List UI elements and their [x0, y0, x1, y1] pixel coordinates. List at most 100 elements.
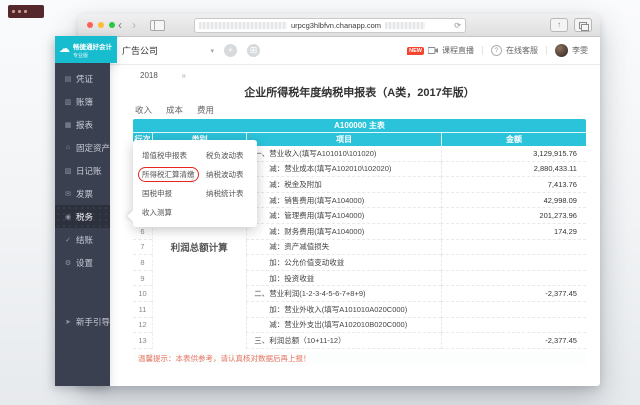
window-controls: [87, 22, 115, 28]
sidebar-item-books[interactable]: ▥账簿: [55, 90, 110, 113]
row-number-cell: 11: [133, 302, 152, 318]
tax-submenu-popup: 增值税申报表 所得税汇算清缴 ☝ 国税申报 收入测算 税负波动表 纳税波动表 纳…: [133, 140, 257, 227]
chevron-down-icon: ▾: [210, 47, 214, 55]
close-window-button[interactable]: [87, 22, 93, 28]
popup-arrow: [127, 210, 138, 221]
gear-icon: ⚙: [64, 259, 72, 267]
sidebar: ▤凭证 ▥账簿 ▦报表 ⌂固定资产 ▧日记账 ✉发票 ◉税务 ✓结账 ⚙设置 ➤…: [55, 63, 110, 386]
avatar[interactable]: [555, 44, 568, 57]
sidebar-item-journal[interactable]: ▧日记账: [55, 159, 110, 182]
address-bar[interactable]: urpcg3hlbfvn.chanapp.com ⟳: [194, 18, 466, 33]
year-more-icon[interactable]: »: [182, 71, 186, 80]
app-header: 广告公司 ▾ + ⊞ NEW 课程直播 ? 在线客服 李雯: [78, 37, 600, 65]
header-right-group: NEW 课程直播 ? 在线客服 李雯: [407, 44, 600, 57]
table-row: 10二、营业利润(1-2-3-4-5-6-7+8+9)-2,377.45: [133, 286, 586, 302]
menu-item-income-tax-settlement[interactable]: 所得税汇算清缴 ☝: [142, 165, 206, 184]
amount-cell: 42,998.09: [441, 193, 586, 209]
sidebar-item-voucher[interactable]: ▤凭证: [55, 67, 110, 90]
forward-button[interactable]: ›: [132, 15, 136, 35]
redacted-url-segment: [385, 22, 425, 29]
building-icon: ⌂: [64, 144, 72, 151]
sidebar-item-invoice[interactable]: ✉发票: [55, 182, 110, 205]
amount-cell: [441, 271, 586, 287]
sidebar-item-closing[interactable]: ✓结账: [55, 228, 110, 251]
journal-icon: ▧: [64, 167, 72, 175]
page-title: 企业所得税年度纳税申报表（A类，2017年版）: [133, 84, 586, 100]
amount-cell: -2,377.45: [441, 286, 586, 302]
row-number-cell: 13: [133, 333, 152, 349]
amount-cell: 7,413.76: [441, 177, 586, 193]
row-number-cell: 10: [133, 286, 152, 302]
main-content: 2018 » 企业所得税年度纳税申报表（A类，2017年版） 收入 成本 费用 …: [133, 63, 586, 386]
row-number-cell: 9: [133, 271, 152, 287]
popup-left-column: 增值税申报表 所得税汇算清缴 ☝ 国税申报 收入测算: [142, 146, 206, 227]
sidebar-item-settings[interactable]: ⚙设置: [55, 251, 110, 274]
menu-item-income-estimate[interactable]: 收入测算: [142, 203, 206, 222]
column-header-item: 项目: [246, 133, 441, 146]
amount-cell: [441, 302, 586, 318]
cursor-icon: ☝: [190, 177, 194, 185]
divider: [482, 46, 483, 55]
check-icon: ✓: [64, 236, 72, 244]
item-cell: 三、利润总额（10+11-12）: [246, 333, 441, 349]
side-panel: ☁ 畅捷通好会计 专业版 ▤凭证 ▥账簿 ▦报表 ⌂固定资产 ▧日记账 ✉发票 …: [55, 36, 117, 386]
item-cell: 减：财务费用(填写A104000): [246, 224, 441, 240]
item-cell: 加：公允价值变动收益: [246, 255, 441, 271]
invoice-icon: ✉: [64, 190, 72, 198]
item-cell: 减：资产减值损失: [246, 240, 441, 256]
item-cell: 减：税金及附加: [246, 177, 441, 193]
sidebar-item-tax[interactable]: ◉税务: [55, 205, 110, 228]
sidebar-item-fixed-assets[interactable]: ⌂固定资产: [55, 136, 110, 159]
item-cell: 加：营业外收入(填写A101010A020C000): [246, 302, 441, 318]
tab-expense[interactable]: 费用: [197, 104, 214, 116]
item-cell: 减：营业外支出(填写A102010B020C000): [246, 318, 441, 334]
year-bar: 2018 »: [133, 68, 586, 83]
item-cell: 减：营业成本(填写A102010\102020): [246, 162, 441, 178]
company-name: 广告公司: [122, 44, 158, 57]
apps-grid-button[interactable]: ⊞: [247, 44, 260, 57]
amount-cell: -2,377.45: [441, 333, 586, 349]
logo-title: 畅捷通好会计: [73, 41, 112, 51]
background-window-fragment: [8, 5, 44, 18]
cloud-logo-icon: ☁: [59, 44, 70, 55]
column-header-amount: 金额: [441, 133, 586, 146]
tax-icon: ◉: [64, 213, 72, 221]
browser-chrome: ‹ › urpcg3hlbfvn.chanapp.com ⟳ ↑: [78, 14, 600, 37]
table-row: 13 三、利润总额（10+11-12）-2,377.45: [133, 333, 586, 349]
reload-icon[interactable]: ⟳: [454, 21, 461, 30]
share-icon[interactable]: ↑: [550, 18, 568, 32]
table-band-title: A100000 主表: [133, 119, 586, 132]
new-badge: NEW: [407, 47, 424, 55]
amount-cell: [441, 318, 586, 334]
live-course-link[interactable]: 课程直播: [442, 45, 474, 56]
online-service-link[interactable]: 在线客服: [506, 45, 538, 56]
sidebar-toggle-icon[interactable]: [150, 20, 165, 31]
tab-cost[interactable]: 成本: [166, 104, 183, 116]
video-camera-icon: [428, 47, 438, 54]
menu-item-tax-burden-table[interactable]: 税负波动表: [206, 146, 254, 165]
browser-frame: ‹ › urpcg3hlbfvn.chanapp.com ⟳ ↑ 广告公司 ▾ …: [78, 14, 600, 386]
ledger-icon: ▥: [64, 98, 72, 106]
sidebar-item-reports[interactable]: ▦报表: [55, 113, 110, 136]
amount-cell: 201,273.96: [441, 208, 586, 224]
browser-window: ‹ › urpcg3hlbfvn.chanapp.com ⟳ ↑ 广告公司 ▾ …: [55, 14, 600, 386]
report-icon: ▦: [64, 121, 72, 129]
row-number-cell: 8: [133, 255, 152, 271]
year-selector[interactable]: 2018 »: [135, 68, 191, 83]
tabs-overview-icon[interactable]: [574, 18, 592, 32]
sidebar-item-guide[interactable]: ➤新手引导: [55, 310, 110, 333]
table-row: 9加：投资收益: [133, 271, 586, 287]
row-number-cell: 7: [133, 240, 152, 256]
menu-item-vat-return[interactable]: 增值税申报表: [142, 146, 206, 165]
popup-right-column: 税负波动表 纳税波动表 纳税统计表: [206, 146, 254, 227]
menu-item-tax-statistics-table[interactable]: 纳税统计表: [206, 184, 254, 203]
maximize-window-button[interactable]: [109, 22, 115, 28]
tab-income[interactable]: 收入: [135, 104, 152, 116]
company-selector[interactable]: 广告公司 ▾: [122, 44, 214, 57]
menu-item-tax-fluctuation-table[interactable]: 纳税波动表: [206, 165, 254, 184]
back-button[interactable]: ‹: [118, 15, 122, 35]
add-account-button[interactable]: +: [224, 44, 237, 57]
minimize-window-button[interactable]: [98, 22, 104, 28]
menu-item-national-tax[interactable]: 国税申报: [142, 184, 206, 203]
user-name: 李雯: [572, 45, 588, 56]
